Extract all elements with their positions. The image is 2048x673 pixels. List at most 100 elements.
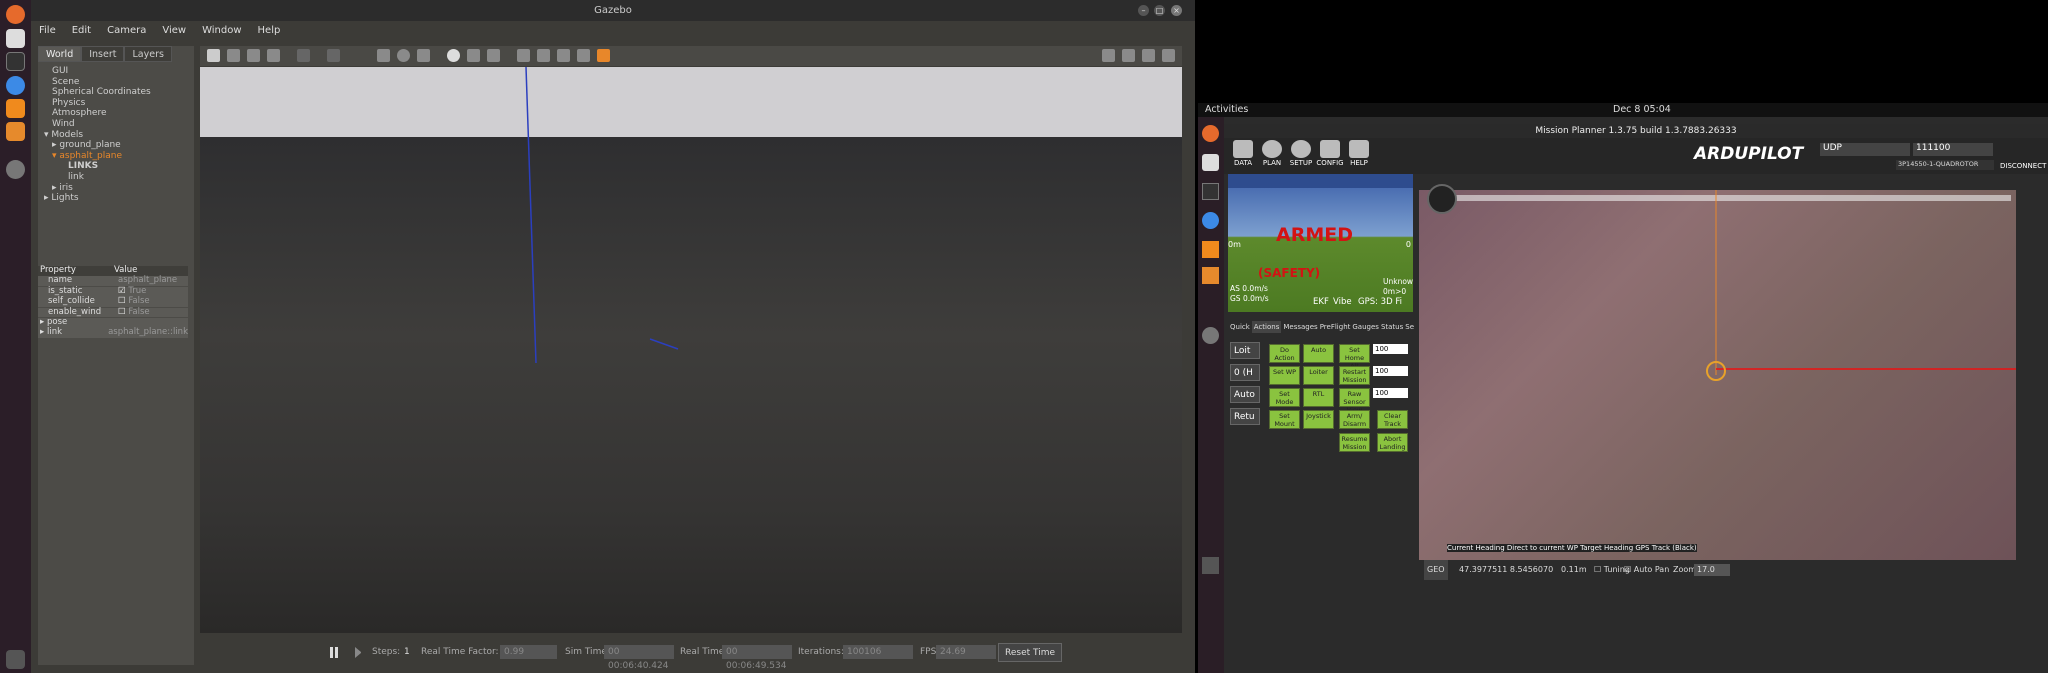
geo-select[interactable]: GEO: [1424, 560, 1448, 580]
tab-messages[interactable]: Messages: [1283, 323, 1317, 331]
action-button[interactable]: Set Mount: [1269, 410, 1300, 429]
copy-icon[interactable]: [517, 49, 530, 62]
firefox-icon[interactable]: [1202, 125, 1219, 142]
action-button[interactable]: Restart Mission: [1339, 366, 1370, 385]
action-button[interactable]: Do Action: [1269, 344, 1300, 363]
tree-item[interactable]: Wind: [38, 119, 194, 130]
property-row[interactable]: ▸ pose: [38, 317, 188, 328]
menu-view[interactable]: View: [162, 21, 186, 41]
show-apps-icon[interactable]: [1202, 557, 1219, 574]
tab-preflight[interactable]: PreFlight: [1320, 323, 1351, 331]
property-value[interactable]: ☐ False: [112, 296, 188, 307]
action-button[interactable]: Joystick: [1303, 410, 1334, 429]
compass-icon[interactable]: [1427, 184, 1457, 214]
tab-gauges[interactable]: Gauges: [1352, 323, 1379, 331]
action-select[interactable]: Auto: [1230, 386, 1260, 403]
3d-viewport[interactable]: [200, 67, 1182, 633]
checkbox-icon[interactable]: ☐: [118, 307, 128, 317]
action-button[interactable]: Auto: [1303, 344, 1334, 363]
nav-plan[interactable]: PLAN: [1258, 140, 1286, 167]
spin-input[interactable]: 100: [1373, 388, 1408, 398]
box-icon[interactable]: [377, 49, 390, 62]
video-icon[interactable]: [1162, 49, 1175, 62]
property-value[interactable]: [112, 317, 188, 328]
show-apps-icon[interactable]: [6, 650, 25, 669]
cylinder-icon[interactable]: [417, 49, 430, 62]
menu-help[interactable]: Help: [258, 21, 281, 41]
align-icon[interactable]: [557, 49, 570, 62]
settings-icon[interactable]: [6, 160, 25, 179]
action-button[interactable]: Raw Sensor View: [1339, 388, 1370, 414]
tree-item[interactable]: LINKS: [38, 161, 194, 172]
tree-item[interactable]: Spherical Coordinates: [38, 87, 194, 98]
tab-insert[interactable]: Insert: [81, 46, 125, 62]
nav-data[interactable]: DATA: [1229, 140, 1257, 167]
tree-item[interactable]: ▸ iris: [38, 183, 194, 194]
property-row[interactable]: ▸ link asphalt_plane::link: [38, 327, 188, 339]
spin-input[interactable]: 100: [1373, 344, 1408, 354]
property-value[interactable]: ☐ False: [112, 307, 188, 318]
directional-light-icon[interactable]: [487, 49, 500, 62]
firefox-icon[interactable]: [6, 5, 25, 24]
action-select[interactable]: Retu: [1230, 408, 1260, 425]
close-button[interactable]: ×: [1171, 5, 1182, 16]
sphere-icon[interactable]: [397, 49, 410, 62]
baud-select[interactable]: 111100: [1913, 143, 1993, 156]
translate-icon[interactable]: [227, 49, 240, 62]
menu-camera[interactable]: Camera: [107, 21, 146, 41]
terminal-icon[interactable]: [6, 52, 25, 71]
action-select[interactable]: 0 (H: [1230, 364, 1260, 381]
zoom-input[interactable]: 17.0: [1694, 564, 1730, 576]
vlc-icon[interactable]: [6, 99, 25, 118]
vibe-indicator[interactable]: Vibe: [1333, 297, 1352, 307]
change-view-icon[interactable]: [597, 49, 610, 62]
step-icon[interactable]: [355, 647, 363, 658]
ekf-indicator[interactable]: EKF: [1313, 297, 1329, 307]
action-button[interactable]: Clear Track: [1377, 410, 1408, 429]
checkbox-icon[interactable]: ☐: [118, 296, 128, 306]
nav-setup[interactable]: SETUP: [1287, 140, 1315, 167]
property-value[interactable]: ☑ True: [112, 286, 188, 297]
action-button[interactable]: Loiter: [1303, 366, 1334, 385]
action-button[interactable]: Resume Mission: [1339, 433, 1370, 452]
rotate-icon[interactable]: [247, 49, 260, 62]
tree-item[interactable]: Scene: [38, 77, 194, 88]
tab-quick[interactable]: Quick: [1230, 323, 1250, 331]
scale-icon[interactable]: [267, 49, 280, 62]
property-value[interactable]: asphalt_plane: [112, 275, 188, 287]
tree-item[interactable]: GUI: [38, 66, 194, 77]
paste-icon[interactable]: [537, 49, 550, 62]
menu-edit[interactable]: Edit: [72, 21, 91, 41]
spot-light-icon[interactable]: [467, 49, 480, 62]
map-view[interactable]: Current Heading Direct to current WP Tar…: [1419, 184, 2016, 560]
checkbox-icon[interactable]: ☑: [118, 286, 128, 296]
connection-type-select[interactable]: UDP: [1820, 143, 1910, 156]
tree-item[interactable]: ▸ Lights: [38, 193, 194, 204]
undo-icon[interactable]: [297, 49, 310, 62]
action-select[interactable]: Loit: [1230, 342, 1260, 359]
nav-help[interactable]: HELP: [1345, 140, 1373, 167]
tree-item[interactable]: ▸ ground_plane: [38, 140, 194, 151]
tree-item[interactable]: ▾ Models: [38, 130, 194, 141]
app-icon[interactable]: [6, 122, 25, 141]
property-row[interactable]: enable_wind ☐ False: [38, 307, 188, 318]
action-button[interactable]: Set Mode: [1269, 388, 1300, 407]
tab-status[interactable]: Status: [1381, 323, 1403, 331]
tab-servo[interactable]: Se: [1405, 323, 1414, 331]
autopan-checkbox[interactable]: ☑ Auto Pan: [1624, 560, 1669, 580]
log-icon[interactable]: [1122, 49, 1135, 62]
chrome-icon[interactable]: [6, 76, 25, 95]
vlc-icon[interactable]: [1202, 241, 1219, 258]
action-button[interactable]: Set Home Alt: [1339, 344, 1370, 370]
nav-config[interactable]: CONFIG: [1316, 140, 1344, 167]
action-button[interactable]: Arm/ Disarm: [1339, 410, 1370, 429]
action-button[interactable]: Abort Landing: [1377, 433, 1408, 452]
files-icon[interactable]: [1202, 154, 1219, 171]
vehicle-select[interactable]: 3P14550-1-QUADROTOR: [1896, 160, 1994, 170]
spin-input[interactable]: 100: [1373, 366, 1408, 376]
activities-button[interactable]: Activities: [1205, 103, 1248, 117]
settings-icon[interactable]: [1202, 327, 1219, 344]
action-button[interactable]: Set WP: [1269, 366, 1300, 385]
property-row[interactable]: is_static ☑ True: [38, 286, 188, 297]
expand-arrow-icon[interactable]: ▸: [40, 327, 47, 337]
